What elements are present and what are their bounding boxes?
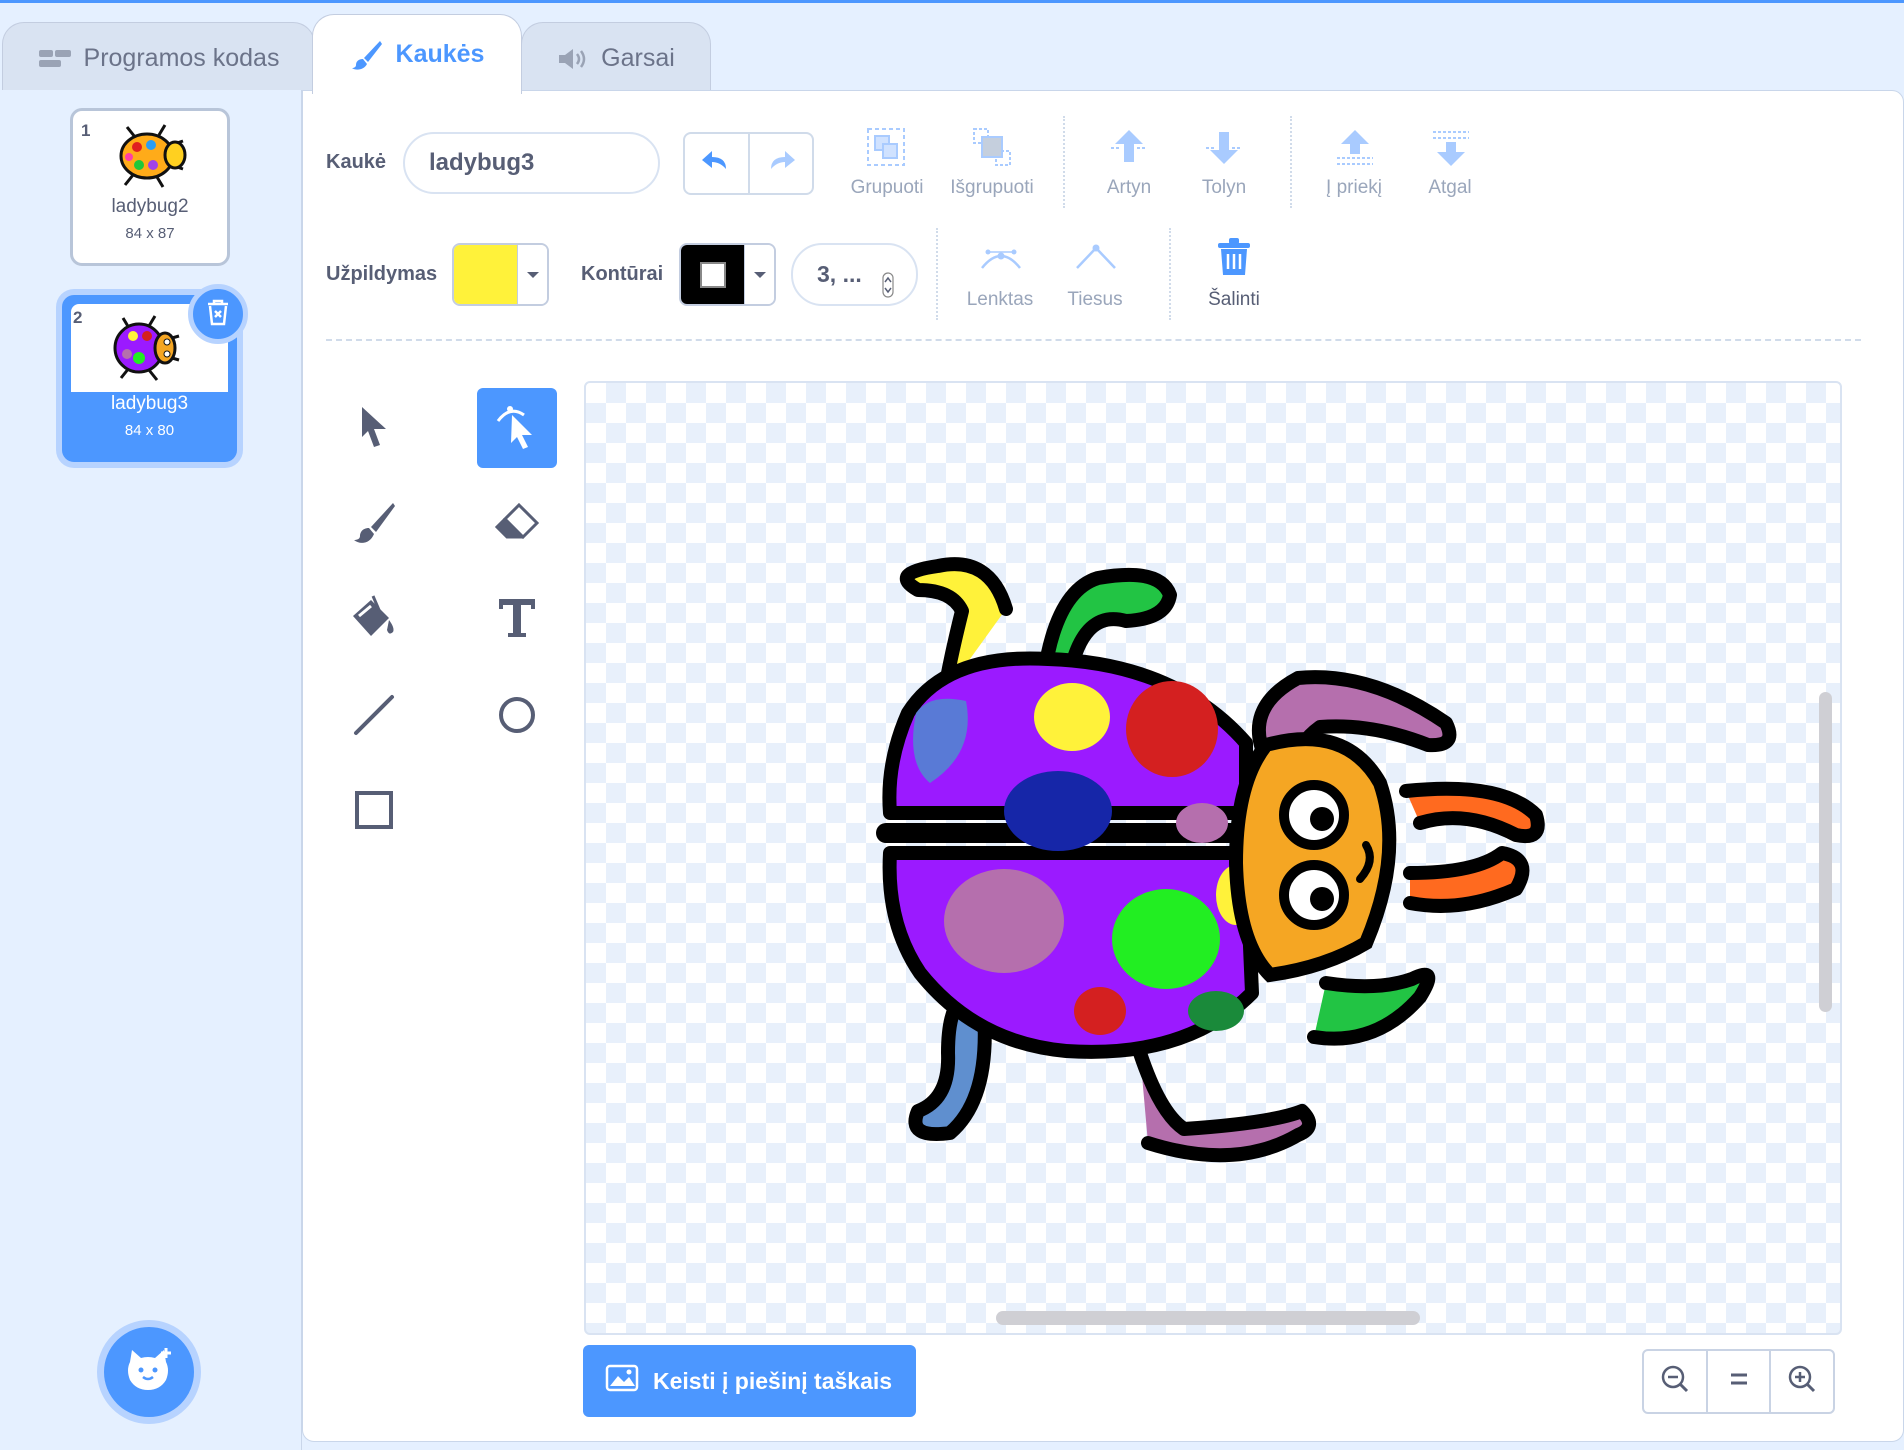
zoom-out-button[interactable] xyxy=(1644,1351,1706,1412)
eraser-icon xyxy=(493,501,541,550)
ladybug-thumbnail xyxy=(109,314,185,387)
brush-icon xyxy=(351,500,397,551)
curved-icon xyxy=(978,242,1024,277)
reshape-tool[interactable] xyxy=(477,388,557,468)
outline-preview xyxy=(699,261,726,288)
costume-item-1[interactable]: 1 ladybug2 84 x 87 xyxy=(70,108,230,266)
outline-width-input[interactable]: 3, ... xyxy=(791,243,918,306)
cat-icon xyxy=(124,1346,174,1399)
undo-button[interactable] xyxy=(685,134,748,193)
redo-icon xyxy=(765,149,797,178)
zoom-controls xyxy=(1642,1349,1835,1414)
back-icon xyxy=(1429,128,1473,173)
horizontal-scrollbar[interactable] xyxy=(996,1311,1420,1325)
pointed-icon xyxy=(1073,242,1119,277)
zoom-reset-button[interactable] xyxy=(1705,1351,1770,1412)
costume-size: 84 x 87 xyxy=(125,225,175,242)
ungroup-icon xyxy=(970,125,1014,174)
text-icon xyxy=(495,595,539,646)
zoom-in-icon xyxy=(1786,1363,1818,1400)
tab-sounds[interactable]: Garsai xyxy=(521,22,711,94)
group-button[interactable]: Grupuoti xyxy=(827,177,947,199)
drawing-canvas[interactable] xyxy=(584,381,1842,1335)
rectangle-icon xyxy=(352,788,396,837)
backward-button[interactable]: Tolyn xyxy=(1164,177,1284,199)
costume-index: 2 xyxy=(73,308,83,327)
group-icon xyxy=(864,125,908,174)
line-tool[interactable] xyxy=(334,677,414,757)
ungroup-button[interactable]: Išgrupuoti xyxy=(932,177,1052,199)
dropdown-arrow-icon xyxy=(744,245,774,304)
delete-costume-button[interactable] xyxy=(188,284,248,344)
toolbar-divider xyxy=(326,339,1861,341)
undo-icon xyxy=(700,149,732,178)
convert-to-bitmap-label: Keisti į piešinį taškais xyxy=(653,1367,893,1394)
fill-tool[interactable] xyxy=(334,580,414,660)
image-icon xyxy=(605,1364,639,1398)
text-tool[interactable] xyxy=(477,580,557,660)
tab-costumes-label: Kaukės xyxy=(395,40,485,68)
paint-bucket-icon xyxy=(349,594,399,647)
tab-costumes[interactable]: Kaukės xyxy=(312,14,522,94)
outline-label: Kontūrai xyxy=(581,263,664,285)
convert-to-bitmap-button[interactable]: Keisti į piešinį taškais xyxy=(583,1345,916,1417)
trash-icon xyxy=(1216,237,1252,282)
brush-tool[interactable] xyxy=(334,485,414,565)
undo-redo-group xyxy=(683,132,814,195)
toolbar-separator xyxy=(936,228,938,320)
brush-icon xyxy=(350,38,384,72)
add-costume-button[interactable] xyxy=(97,1320,201,1424)
costume-list xyxy=(0,90,302,1450)
tab-code-label: Programos kodas xyxy=(83,44,280,72)
delete-button[interactable]: Šalinti xyxy=(1174,289,1294,311)
back-button[interactable]: Atgal xyxy=(1390,177,1510,199)
equals-icon xyxy=(1728,1371,1750,1392)
rectangle-tool[interactable] xyxy=(334,772,414,852)
outline-width-value: 3, ... xyxy=(817,261,862,287)
code-icon xyxy=(38,48,72,70)
costume-name: ladybug2 xyxy=(111,196,189,217)
arrow-icon xyxy=(356,405,392,454)
vertical-scrollbar[interactable] xyxy=(1819,692,1832,1012)
select-tool[interactable] xyxy=(334,389,414,469)
toolbar-separator xyxy=(1063,116,1065,208)
forward-icon xyxy=(1107,128,1151,173)
costume-name-input[interactable]: ladybug3 xyxy=(403,132,660,194)
front-icon xyxy=(1333,128,1377,173)
backward-icon xyxy=(1202,128,1246,173)
ladybug-drawing xyxy=(876,557,1545,1163)
costume-name: ladybug3 xyxy=(110,393,189,414)
fill-color-swatch xyxy=(454,245,517,304)
outline-color-swatch xyxy=(681,245,744,304)
redo-button[interactable] xyxy=(747,134,813,193)
fill-label: Užpildymas xyxy=(326,263,438,285)
costume-name-label: Kaukė xyxy=(326,151,387,173)
costume-size: 84 x 80 xyxy=(124,422,175,439)
line-icon xyxy=(352,693,396,742)
stepper-icon[interactable] xyxy=(882,261,894,320)
ladybug-thumbnail xyxy=(113,121,191,196)
zoom-in-button[interactable] xyxy=(1769,1351,1833,1412)
costume-index: 1 xyxy=(81,121,91,140)
trash-icon xyxy=(204,297,232,332)
tab-code[interactable]: Programos kodas xyxy=(2,22,315,94)
dropdown-arrow-icon xyxy=(517,245,547,304)
toolbar-separator xyxy=(1290,116,1292,208)
pointed-button[interactable]: Tiesus xyxy=(1035,289,1155,311)
tab-sounds-label: Garsai xyxy=(601,44,675,72)
circle-icon xyxy=(495,693,539,742)
fill-color-picker[interactable] xyxy=(452,243,549,306)
speaker-icon xyxy=(557,46,589,72)
circle-tool[interactable] xyxy=(477,677,557,757)
editor-tabs: Programos kodas Kaukės Garsai xyxy=(0,3,1904,94)
outline-color-picker[interactable] xyxy=(679,243,776,306)
zoom-out-icon xyxy=(1659,1363,1691,1400)
toolbar-separator xyxy=(1169,228,1171,320)
eraser-tool[interactable] xyxy=(477,485,557,565)
reshape-icon xyxy=(492,401,542,456)
